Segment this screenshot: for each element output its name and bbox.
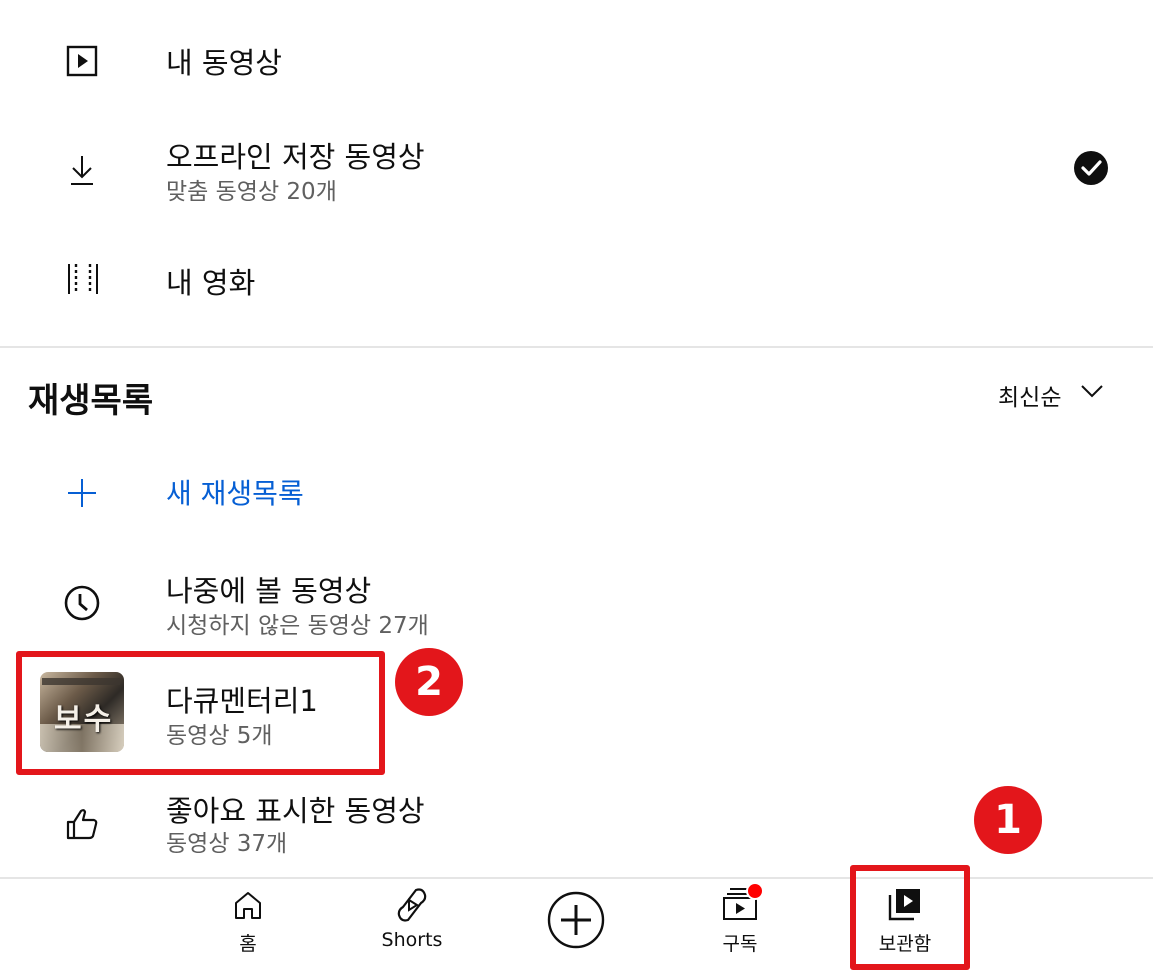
offline-videos-item[interactable]: 오프라인 저장 동영상 맞춤 동영상 20개 bbox=[0, 120, 1153, 220]
chevron-down-icon[interactable] bbox=[1080, 383, 1104, 403]
watch-later-item[interactable]: 나중에 볼 동영상 시청하지 않은 동영상 27개 bbox=[0, 560, 1153, 650]
liked-videos-subtitle: 동영상 37개 bbox=[166, 831, 288, 857]
shorts-icon bbox=[396, 887, 428, 927]
watch-later-subtitle: 시청하지 않은 동영상 27개 bbox=[166, 613, 429, 639]
nav-shorts-label: Shorts bbox=[381, 929, 443, 951]
play-square-icon bbox=[66, 45, 98, 81]
offline-videos-title: 오프라인 저장 동영상 bbox=[166, 140, 425, 174]
download-icon bbox=[68, 154, 96, 190]
highlight-box-library bbox=[850, 865, 970, 970]
my-videos-item[interactable]: 내 동영상 bbox=[0, 20, 1153, 100]
nav-subscriptions[interactable]: 구독 bbox=[692, 879, 788, 974]
home-icon bbox=[232, 889, 264, 925]
section-divider bbox=[0, 346, 1153, 348]
notification-dot bbox=[746, 882, 764, 900]
nav-home[interactable]: 홈 bbox=[200, 879, 296, 974]
create-plus-icon bbox=[547, 891, 605, 953]
sort-dropdown[interactable]: 최신순 bbox=[998, 378, 1061, 412]
offline-videos-subtitle: 맞춤 동영상 20개 bbox=[166, 179, 337, 205]
nav-subscriptions-label: 구독 bbox=[722, 933, 758, 955]
new-playlist-label[interactable]: 새 재생목록 bbox=[166, 472, 304, 512]
check-circle-icon bbox=[1073, 150, 1109, 190]
plus-icon bbox=[66, 477, 98, 513]
nav-create[interactable] bbox=[540, 879, 612, 974]
watch-later-title: 나중에 볼 동영상 bbox=[166, 574, 372, 608]
step-badge-2: 2 bbox=[395, 648, 463, 716]
film-icon bbox=[66, 262, 100, 300]
thumbs-up-icon bbox=[64, 806, 100, 846]
nav-shorts[interactable]: Shorts bbox=[364, 879, 460, 974]
clock-icon bbox=[64, 585, 100, 625]
step-badge-1: 1 bbox=[974, 786, 1042, 854]
bottom-navigation: 홈 Shorts 구독 보관함 bbox=[0, 877, 1153, 976]
nav-home-label: 홈 bbox=[239, 933, 257, 955]
my-videos-title: 내 동영상 bbox=[166, 46, 282, 80]
highlight-box-playlist bbox=[16, 651, 385, 775]
my-movies-title: 내 영화 bbox=[166, 266, 256, 300]
playlists-header: 재생목록 bbox=[28, 381, 154, 421]
my-movies-item[interactable]: 내 영화 bbox=[0, 240, 1153, 320]
